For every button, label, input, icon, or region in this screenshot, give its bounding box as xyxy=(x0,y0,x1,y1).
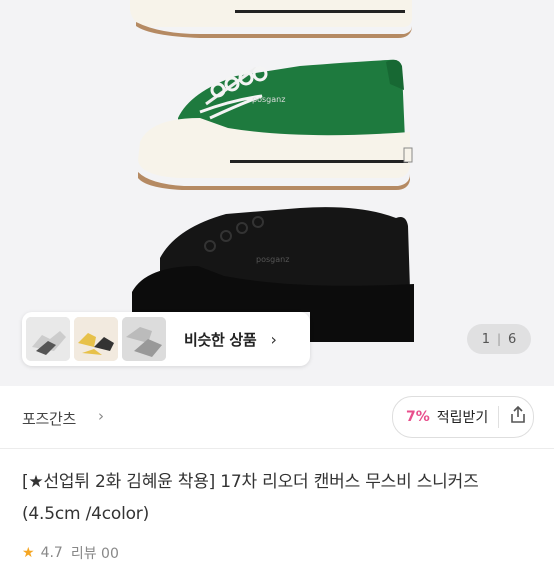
similar-thumbnail-2 xyxy=(74,317,118,361)
rating-row[interactable]: ★ 4.7 리뷰 00 xyxy=(22,543,119,563)
similar-thumbnail-1 xyxy=(26,317,70,361)
review-count: 리뷰 00 xyxy=(70,546,119,562)
share-icon[interactable] xyxy=(508,405,528,429)
product-image-gallery[interactable]: posganz posganz 비슷한 상품 › 1 | 6 xyxy=(0,0,554,386)
similar-products-button[interactable]: 비슷한 상품 › xyxy=(22,312,310,366)
svg-text:posganz: posganz xyxy=(256,255,289,264)
brand-link[interactable]: 포즈간츠 xyxy=(22,408,76,429)
white-shoe-image xyxy=(130,0,412,38)
chevron-right-icon: › xyxy=(270,329,277,349)
image-counter: 1 | 6 xyxy=(467,324,531,354)
green-shoe-image: posganz xyxy=(138,59,413,190)
chevron-right-icon[interactable]: › xyxy=(98,407,104,425)
counter-divider: | xyxy=(496,332,502,346)
image-counter-current: 1 xyxy=(481,331,490,347)
reward-share-button-group: 7% 적립받기 xyxy=(392,396,534,438)
similar-products-label: 비슷한 상품 xyxy=(184,330,257,349)
similar-thumbnail-3 xyxy=(122,317,166,361)
star-icon: ★ xyxy=(22,545,35,561)
reward-button-label[interactable]: 적립받기 xyxy=(437,407,489,427)
svg-text:posganz: posganz xyxy=(252,95,285,104)
brand-row: 포즈간츠 › 7% 적립받기 xyxy=(0,386,554,449)
divider xyxy=(498,406,500,428)
product-title: [★선업튀 2화 김혜윤 착용] 17차 리오더 캔버스 무스비 스니커즈 (4… xyxy=(22,472,479,524)
rating-score: 4.7 xyxy=(40,545,63,561)
image-counter-total: 6 xyxy=(508,331,517,347)
reward-percent[interactable]: 7% xyxy=(406,409,430,425)
